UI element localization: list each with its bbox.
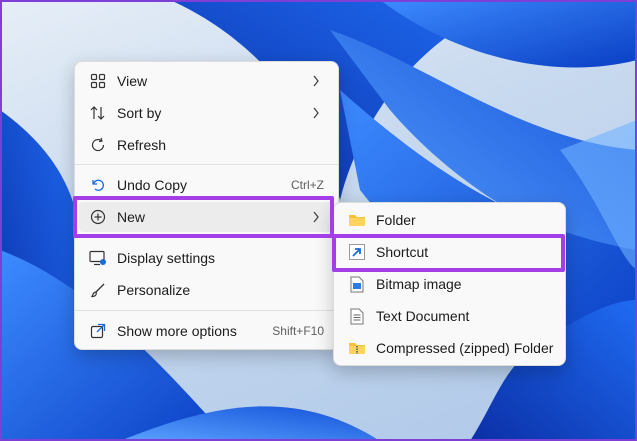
grid-icon	[89, 72, 107, 90]
chevron-right-icon	[312, 106, 322, 120]
submenu-item-text-document[interactable]: Text Document	[338, 301, 561, 331]
submenu-item-folder[interactable]: Folder	[338, 205, 561, 235]
menu-item-new[interactable]: New	[79, 202, 334, 232]
chevron-right-icon	[312, 74, 322, 88]
text-document-icon	[348, 307, 366, 325]
undo-icon	[89, 176, 107, 194]
folder-icon	[348, 211, 366, 229]
desktop-context-menu: View Sort by Refresh Undo Copy Ctrl+Z Ne…	[74, 61, 339, 350]
submenu-item-label: Shortcut	[376, 244, 429, 260]
menu-item-label: Personalize	[117, 282, 191, 298]
keyboard-shortcut: Shift+F10	[272, 324, 324, 338]
keyboard-shortcut: Ctrl+Z	[291, 178, 324, 192]
open-external-icon	[89, 322, 107, 340]
menu-separator	[75, 310, 338, 311]
menu-item-personalize[interactable]: Personalize	[79, 275, 334, 305]
submenu-item-label: Folder	[376, 212, 416, 228]
menu-item-label: View	[117, 73, 148, 89]
menu-item-undo-copy[interactable]: Undo Copy Ctrl+Z	[79, 170, 334, 200]
submenu-item-label: Bitmap image	[376, 276, 462, 292]
sort-arrows-icon	[89, 104, 107, 122]
new-submenu: Folder Shortcut Bitmap image Text Docume…	[333, 202, 566, 366]
menu-item-view[interactable]: View	[79, 66, 334, 96]
submenu-item-compressed-folder[interactable]: Compressed (zipped) Folder	[338, 333, 561, 363]
menu-item-show-more-options[interactable]: Show more options Shift+F10	[79, 316, 334, 346]
menu-item-label: Refresh	[117, 137, 167, 153]
menu-item-label: Show more options	[117, 323, 237, 339]
menu-item-label: Sort by	[117, 105, 162, 121]
menu-item-refresh[interactable]: Refresh	[79, 130, 334, 160]
submenu-item-shortcut[interactable]: Shortcut	[338, 237, 561, 267]
zip-folder-icon	[348, 339, 366, 357]
menu-item-display-settings[interactable]: Display settings	[79, 243, 334, 273]
menu-item-label: New	[117, 209, 146, 225]
menu-separator	[75, 236, 338, 237]
submenu-item-label: Compressed (zipped) Folder	[376, 340, 554, 356]
shortcut-arrow-icon	[348, 243, 366, 261]
submenu-item-bitmap-image[interactable]: Bitmap image	[338, 269, 561, 299]
chevron-right-icon	[312, 210, 322, 224]
menu-item-label: Display settings	[117, 250, 216, 266]
menu-item-sort-by[interactable]: Sort by	[79, 98, 334, 128]
menu-item-label: Undo Copy	[117, 177, 188, 193]
brush-icon	[89, 281, 107, 299]
menu-separator	[75, 164, 338, 165]
bitmap-image-icon	[348, 275, 366, 293]
submenu-item-label: Text Document	[376, 308, 470, 324]
refresh-icon	[89, 136, 107, 154]
display-icon	[89, 249, 107, 267]
plus-circle-icon	[89, 208, 107, 226]
